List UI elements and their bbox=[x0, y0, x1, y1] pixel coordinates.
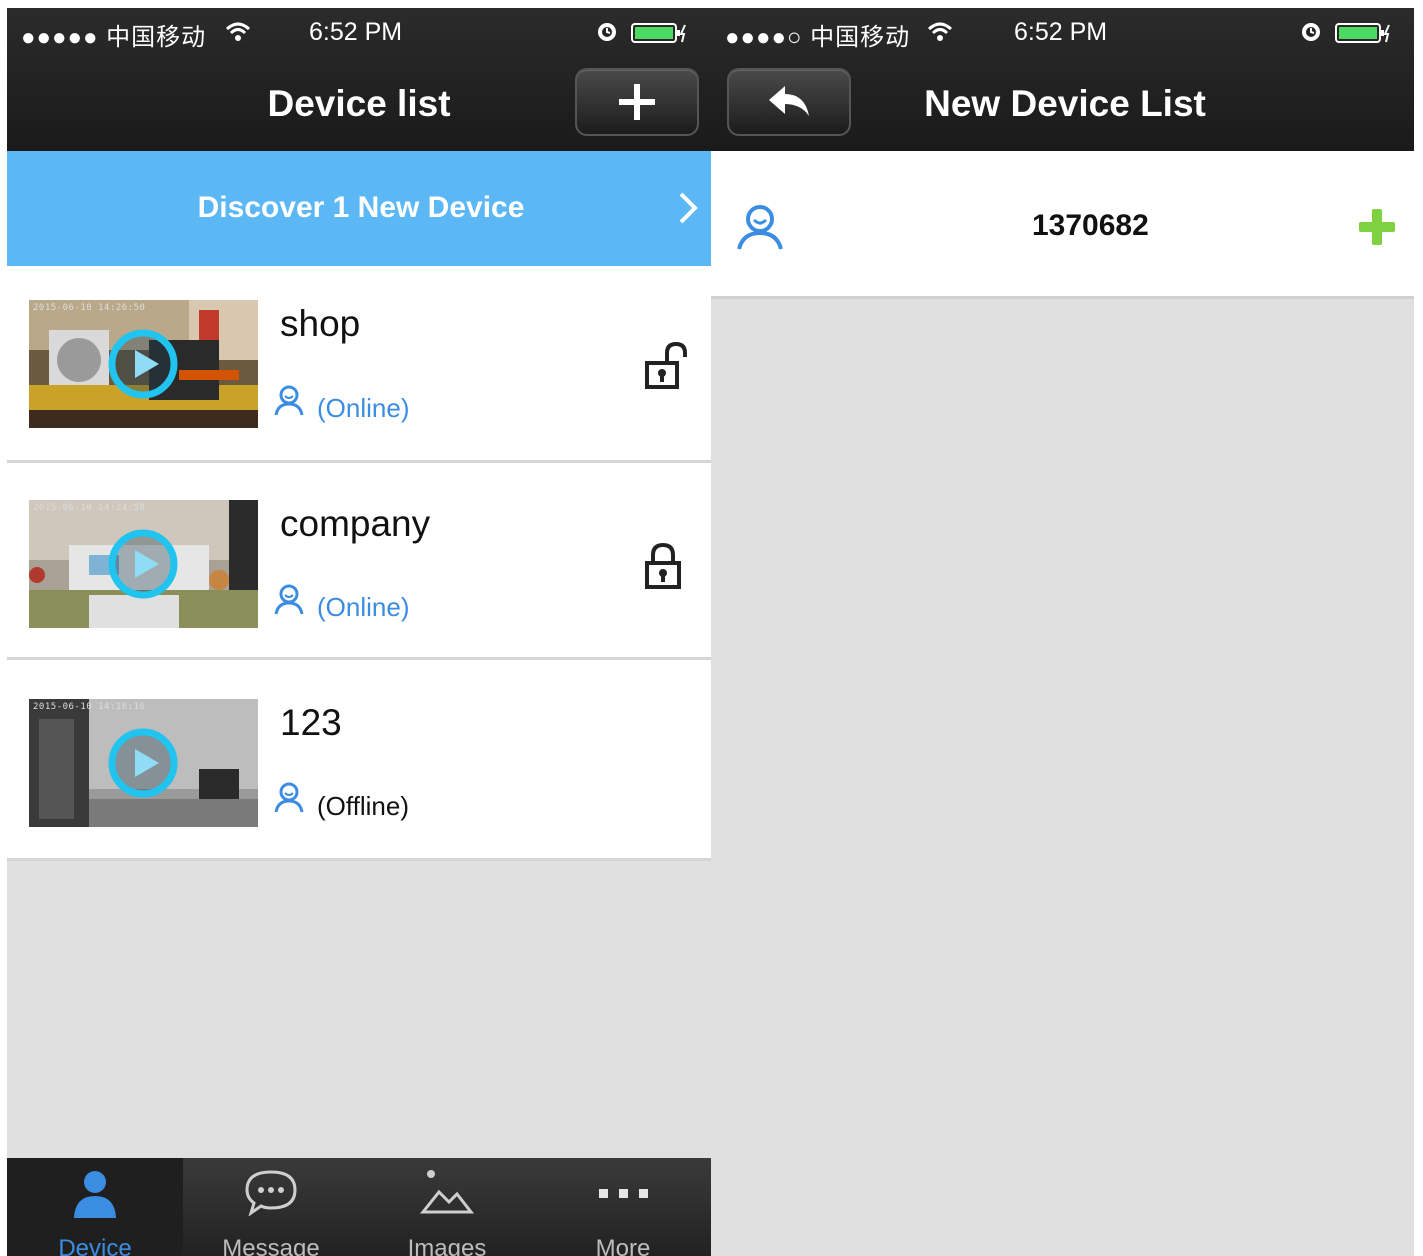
tab-device[interactable]: Device bbox=[7, 1158, 183, 1256]
tab-label: Images bbox=[407, 1235, 487, 1256]
more-dots-icon bbox=[599, 1189, 648, 1198]
new-device-row[interactable]: 1370682 bbox=[711, 151, 1414, 299]
person-icon bbox=[74, 1171, 116, 1218]
signal-carrier: ●●●●○ 中国移动 bbox=[725, 24, 911, 51]
device-name: 123 bbox=[280, 702, 342, 743]
tab-label: Message bbox=[222, 1235, 320, 1256]
play-icon[interactable] bbox=[107, 328, 179, 400]
status-bar: ●●●●○ 中国移动 6:52 PM bbox=[711, 8, 1414, 56]
device-name: company bbox=[280, 503, 431, 544]
device-name: shop bbox=[280, 303, 361, 344]
battery-icon bbox=[631, 23, 686, 43]
timestamp-overlay: 2015-06-10 14:26:50 bbox=[33, 303, 146, 313]
device-list-screen: ●●●●● 中国移动 6:52 PM Device list Discover … bbox=[7, 8, 711, 1256]
device-row-shop[interactable]: 2015-06-10 14:26:50 shop (Online) bbox=[7, 266, 711, 463]
device-thumbnail[interactable]: 2015-06-10 14:24:58 bbox=[29, 500, 258, 628]
chat-bubble-icon bbox=[245, 1170, 297, 1216]
clock: 6:52 PM bbox=[1014, 18, 1108, 46]
device-thumbnail[interactable]: 2015-06-10 14:16:16 bbox=[29, 699, 258, 827]
device-status: (Online) bbox=[317, 592, 410, 622]
timestamp-overlay: 2015-06-10 14:16:16 bbox=[33, 702, 146, 712]
tab-label: More bbox=[595, 1235, 651, 1256]
carrier-label: 中国移动 bbox=[810, 24, 911, 51]
add-device-button[interactable] bbox=[575, 68, 699, 136]
wifi-icon bbox=[225, 22, 251, 41]
tab-images[interactable]: Images bbox=[359, 1158, 535, 1256]
tab-message[interactable]: Message bbox=[183, 1158, 359, 1256]
battery-icon bbox=[1335, 23, 1390, 43]
play-icon[interactable] bbox=[107, 528, 179, 600]
carrier-label: 中国移动 bbox=[106, 24, 207, 51]
person-icon bbox=[737, 205, 783, 250]
alarm-icon bbox=[1302, 23, 1320, 41]
page-title: Device list bbox=[267, 83, 451, 124]
device-status: (Online) bbox=[317, 393, 410, 423]
device-row-123[interactable]: 2015-06-10 14:16:16 123 (Offline) bbox=[7, 660, 711, 861]
back-button[interactable] bbox=[727, 68, 851, 136]
image-icon bbox=[419, 1170, 475, 1214]
person-icon bbox=[274, 584, 304, 615]
device-id: 1370682 bbox=[1032, 209, 1149, 242]
play-icon[interactable] bbox=[107, 727, 179, 799]
clock: 6:52 PM bbox=[309, 18, 403, 46]
device-status: (Offline) bbox=[317, 791, 409, 821]
locked-lock-icon[interactable] bbox=[643, 541, 683, 591]
person-icon bbox=[274, 782, 304, 813]
new-device-list-screen: ●●●●○ 中国移动 6:52 PM New Device List 13706… bbox=[711, 8, 1414, 1256]
tab-more[interactable]: More bbox=[535, 1158, 711, 1256]
navigation-bar: ●●●●● 中国移动 6:52 PM Device list bbox=[7, 8, 711, 151]
device-row-company[interactable]: 2015-06-10 14:24:58 company (Online) bbox=[7, 463, 711, 660]
unlocked-lock-icon[interactable] bbox=[643, 341, 689, 391]
navigation-bar: ●●●●○ 中国移动 6:52 PM New Device List bbox=[711, 8, 1414, 151]
alarm-icon bbox=[598, 23, 616, 41]
timestamp-overlay: 2015-06-10 14:24:58 bbox=[33, 503, 146, 513]
signal-carrier: ●●●●● 中国移动 bbox=[21, 24, 207, 51]
banner-text: Discover 1 New Device bbox=[197, 191, 525, 224]
device-thumbnail[interactable]: 2015-06-10 14:26:50 bbox=[29, 300, 258, 428]
person-icon bbox=[274, 385, 304, 416]
page-title: New Device List bbox=[924, 83, 1206, 124]
add-icon[interactable] bbox=[1357, 207, 1397, 247]
tab-bar: Device Message Images More bbox=[7, 1158, 711, 1256]
back-arrow-icon bbox=[769, 86, 809, 116]
plus-icon bbox=[619, 84, 655, 120]
discover-new-device-banner[interactable]: Discover 1 New Device bbox=[7, 151, 711, 266]
tab-label: Device bbox=[58, 1235, 132, 1256]
chevron-right-icon bbox=[679, 192, 698, 224]
wifi-icon bbox=[927, 22, 953, 41]
status-bar: ●●●●● 中国移动 6:52 PM bbox=[7, 8, 711, 56]
